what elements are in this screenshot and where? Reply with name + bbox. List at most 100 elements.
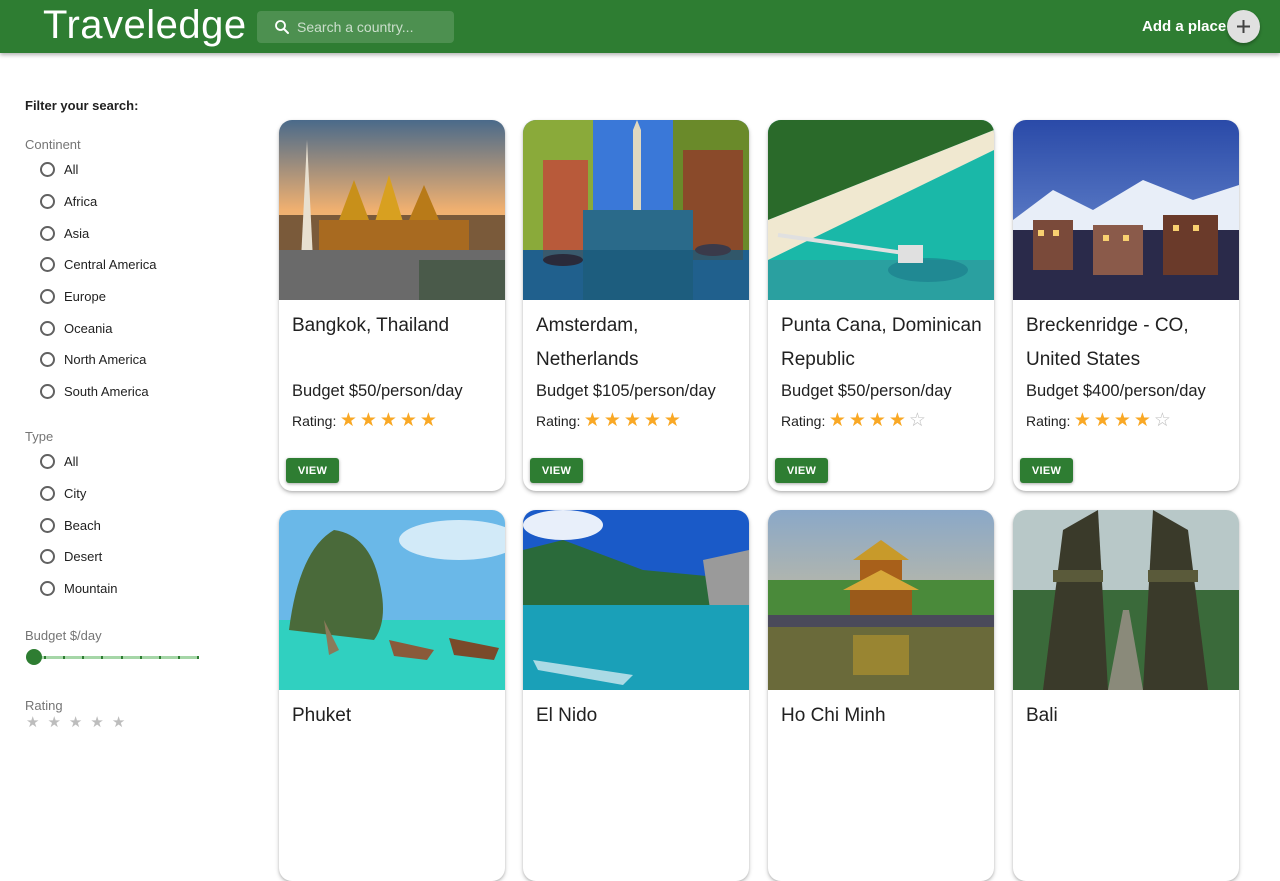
rating-stars: ★ ★ ★ ★ ★: [583, 410, 683, 431]
radio-button[interactable]: [40, 320, 55, 336]
place-title: Breckenridge - CO, United States: [1026, 315, 1189, 370]
place-card[interactable]: El Nido: [523, 510, 749, 881]
slider-tick: [82, 656, 85, 659]
type-label: Type: [25, 429, 54, 444]
place-image[interactable]: [1013, 120, 1239, 300]
radio-button[interactable]: [40, 162, 55, 178]
radio-button[interactable]: [40, 194, 55, 210]
place-card[interactable]: Bali: [1013, 510, 1239, 881]
radio-label[interactable]: South America: [64, 384, 149, 399]
star-filled-icon: ★: [848, 410, 866, 431]
radio-button[interactable]: [40, 486, 55, 502]
star-empty-icon: ☆: [908, 410, 926, 431]
radio-label[interactable]: North America: [64, 352, 146, 367]
budget-slider[interactable]: [26, 648, 200, 666]
radio-option[interactable]: North America: [40, 344, 156, 376]
star-icon[interactable]: ★: [90, 714, 111, 731]
radio-button[interactable]: [40, 225, 55, 241]
place-image[interactable]: [768, 510, 994, 690]
radio-button[interactable]: [40, 289, 55, 305]
radio-label[interactable]: Mountain: [64, 581, 117, 596]
place-title: Bangkok, Thailand: [292, 315, 450, 336]
radio-option[interactable]: Asia: [40, 217, 156, 249]
star-filled-icon: ★: [583, 410, 601, 431]
radio-option[interactable]: Desert: [40, 541, 117, 573]
place-image[interactable]: [279, 510, 505, 690]
star-filled-icon: ★: [623, 410, 641, 431]
rating-stars: ★ ★ ★ ★ ☆: [828, 410, 928, 431]
radio-option[interactable]: Beach: [40, 509, 117, 541]
place-rating: Rating: ★ ★ ★ ★ ☆: [781, 410, 928, 431]
star-icon[interactable]: ★: [112, 714, 133, 731]
radio-option[interactable]: All: [40, 446, 117, 478]
place-card[interactable]: Ho Chi Minh: [768, 510, 994, 881]
view-button[interactable]: VIEW: [775, 458, 828, 483]
rating-label: Rating:: [292, 413, 337, 429]
slider-rail: [26, 656, 198, 659]
radio-label[interactable]: Asia: [64, 226, 89, 241]
star-empty-icon: ☆: [1153, 410, 1171, 431]
place-card[interactable]: Phuket: [279, 510, 505, 881]
radio-button[interactable]: [40, 581, 55, 597]
radio-button[interactable]: [40, 384, 55, 400]
place-budget: Budget $50/person/day: [781, 382, 952, 400]
star-icon[interactable]: ★: [26, 714, 47, 731]
place-card[interactable]: Breckenridge - CO, United States Budget $…: [1013, 120, 1239, 491]
place-image[interactable]: [523, 510, 749, 690]
radio-label[interactable]: Europe: [64, 289, 106, 304]
slider-thumb[interactable]: [26, 649, 42, 665]
rating-label: Rating:: [536, 413, 581, 429]
radio-label[interactable]: Africa: [64, 194, 97, 209]
search-input[interactable]: [297, 11, 447, 43]
place-card[interactable]: Punta Cana, Dominican Republic Budget $50…: [768, 120, 994, 491]
rating-filter-stars[interactable]: ★★★★★: [26, 713, 133, 731]
radio-button[interactable]: [40, 352, 55, 368]
radio-option[interactable]: City: [40, 478, 117, 510]
place-image[interactable]: [768, 120, 994, 300]
radio-label[interactable]: All: [64, 454, 78, 469]
filter-title: Filter your search:: [25, 98, 139, 113]
add-place-button[interactable]: [1227, 10, 1260, 43]
radio-label[interactable]: Oceania: [64, 321, 112, 336]
view-button[interactable]: VIEW: [1020, 458, 1073, 483]
radio-option[interactable]: Europe: [40, 281, 156, 313]
rating-label: Rating:: [781, 413, 826, 429]
place-budget: Budget $105/person/day: [536, 382, 716, 400]
app-logo[interactable]: Traveledge: [43, 3, 247, 48]
radio-option[interactable]: Oceania: [40, 312, 156, 344]
rating-label: Rating: [25, 698, 63, 713]
radio-label[interactable]: Desert: [64, 549, 102, 564]
rating-stars: ★ ★ ★ ★ ★: [339, 410, 439, 431]
slider-tick: [63, 656, 66, 659]
star-icon[interactable]: ★: [69, 714, 90, 731]
radio-label[interactable]: Central America: [64, 257, 156, 272]
radio-button[interactable]: [40, 257, 55, 273]
star-icon[interactable]: ★: [47, 714, 68, 731]
radio-option[interactable]: Africa: [40, 186, 156, 218]
place-image[interactable]: [1013, 510, 1239, 690]
radio-button[interactable]: [40, 549, 55, 565]
view-button[interactable]: VIEW: [286, 458, 339, 483]
slider-tick: [158, 656, 161, 659]
search-box[interactable]: [257, 11, 454, 43]
radio-option[interactable]: Central America: [40, 249, 156, 281]
radio-label[interactable]: Beach: [64, 518, 101, 533]
radio-label[interactable]: City: [64, 486, 86, 501]
radio-button[interactable]: [40, 454, 55, 470]
star-filled-icon: ★: [828, 410, 846, 431]
add-place-label[interactable]: Add a place: [1142, 18, 1226, 35]
star-filled-icon: ★: [359, 410, 377, 431]
place-card[interactable]: Amsterdam, Netherlands Budget $105/person…: [523, 120, 749, 491]
place-title: Amsterdam, Netherlands: [536, 315, 639, 370]
radio-option[interactable]: All: [40, 154, 156, 186]
place-card[interactable]: Bangkok, Thailand Budget $50/person/day Ra…: [279, 120, 505, 491]
radio-button[interactable]: [40, 517, 55, 533]
place-title: Phuket: [292, 705, 352, 726]
radio-option[interactable]: Mountain: [40, 573, 117, 605]
slider-tick: [44, 656, 47, 659]
radio-option[interactable]: South America: [40, 376, 156, 408]
place-image[interactable]: [523, 120, 749, 300]
radio-label[interactable]: All: [64, 162, 78, 177]
place-image[interactable]: [279, 120, 505, 300]
view-button[interactable]: VIEW: [530, 458, 583, 483]
